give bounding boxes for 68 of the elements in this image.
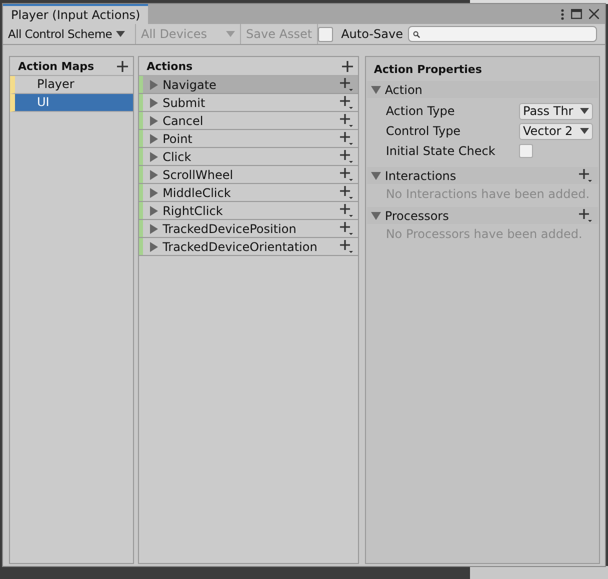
caret-icon (116, 31, 126, 37)
action-label: Navigate (162, 78, 218, 92)
search-icon (413, 30, 420, 38)
action-label: Click (162, 150, 192, 164)
plus-dropdown-icon[interactable] (579, 169, 592, 182)
field-label: Control Type (386, 124, 462, 138)
plus-dropdown-icon[interactable] (340, 204, 353, 217)
action-label: Submit (162, 96, 206, 110)
more-options-icon[interactable] (561, 8, 564, 20)
action-item[interactable]: TrackedDeviceOrientation (138, 238, 358, 256)
checkbox[interactable] (519, 144, 533, 158)
plus-icon[interactable] (342, 60, 353, 72)
plus-dropdown-icon[interactable] (340, 96, 353, 109)
action-item[interactable]: Point (138, 130, 358, 148)
section-header[interactable]: Action (366, 81, 598, 98)
plus-dropdown-icon[interactable] (340, 114, 353, 127)
empty-message: No Processors have been added. (384, 227, 584, 241)
action-item[interactable]: RightClick (138, 202, 358, 220)
caret-icon (226, 31, 235, 37)
action-label: Cancel (162, 114, 204, 128)
expanded-arrow-icon[interactable] (370, 86, 381, 94)
control-scheme-dropdown[interactable]: All Control Scheme (3, 24, 136, 44)
action-label: Point (162, 132, 194, 146)
section-header[interactable]: Interactions (366, 167, 598, 184)
section-title: Interactions (384, 168, 456, 182)
action-item[interactable]: Submit (138, 94, 358, 112)
dropdown[interactable]: Pass Thr (519, 102, 593, 120)
panel-title: Action Properties (374, 62, 482, 76)
close-icon[interactable] (589, 9, 599, 19)
checkbox[interactable] (318, 26, 334, 42)
empty-message: No Interactions have been added. (384, 187, 591, 201)
section-header[interactable]: Processors (366, 207, 598, 224)
caret-icon (580, 108, 589, 114)
expanded-arrow-icon[interactable] (370, 172, 381, 180)
action-item[interactable]: Click (138, 148, 358, 166)
action-item[interactable]: ScrollWheel (138, 166, 358, 184)
action-item[interactable]: Cancel (138, 112, 358, 130)
plus-dropdown-icon[interactable] (340, 168, 353, 181)
action-label: TrackedDeviceOrientation (162, 240, 318, 254)
action-label: ScrollWheel (162, 168, 234, 182)
action-label: TrackedDevicePosition (162, 222, 298, 236)
field-label: Action Type (386, 104, 456, 118)
action-map-item[interactable]: UI (10, 94, 133, 112)
plus-icon[interactable] (116, 60, 128, 72)
action-item[interactable]: Navigate (138, 76, 358, 94)
plus-dropdown-icon[interactable] (340, 186, 353, 199)
maximize-icon[interactable] (571, 9, 582, 19)
caret-icon (580, 128, 589, 134)
dropdown[interactable]: Vector 2 (519, 122, 593, 140)
action-label: RightClick (162, 204, 224, 218)
plus-dropdown-icon[interactable] (340, 222, 353, 235)
plus-dropdown-icon[interactable] (340, 240, 353, 253)
panel-title: Actions (146, 60, 193, 72)
field-label: Initial State Check (386, 144, 496, 158)
action-item[interactable]: TrackedDevicePosition (138, 220, 358, 238)
section-title: Action (384, 82, 422, 96)
plus-dropdown-icon[interactable] (340, 78, 353, 91)
plus-dropdown-icon[interactable] (340, 132, 353, 145)
plus-dropdown-icon[interactable] (340, 150, 353, 163)
auto-save-label: Auto-Save (341, 27, 403, 41)
action-item[interactable]: MiddleClick (138, 184, 358, 202)
expanded-arrow-icon[interactable] (370, 212, 381, 220)
section-title: Processors (384, 208, 449, 222)
panel-title: Action Maps (18, 60, 94, 72)
action-label: MiddleClick (162, 186, 232, 200)
plus-dropdown-icon[interactable] (579, 209, 592, 222)
window-tab[interactable]: Player (Input Actions) (3, 4, 148, 24)
search-field[interactable] (408, 26, 597, 42)
